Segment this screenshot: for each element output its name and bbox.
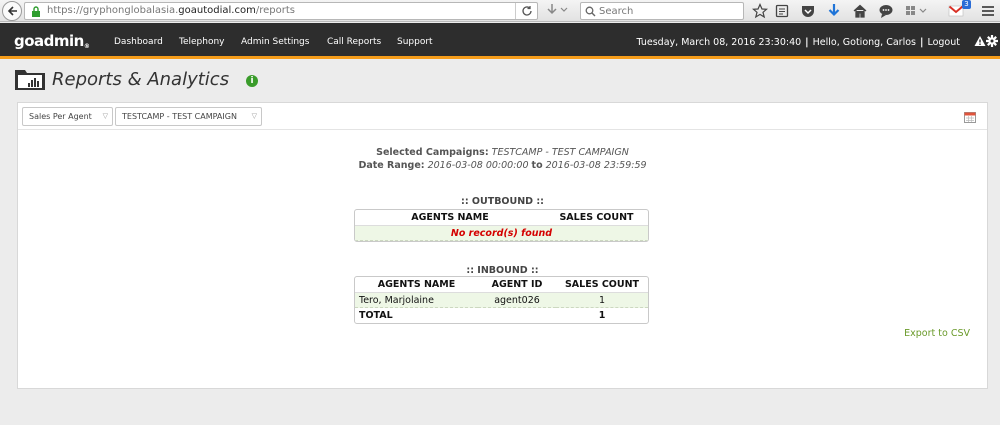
reports-folder-icon	[15, 70, 45, 90]
calendar-icon[interactable]	[964, 111, 976, 123]
column-header: SALES COUNT	[545, 210, 648, 226]
goadmin-logo[interactable]: goadmin®	[14, 32, 90, 50]
back-button[interactable]	[2, 1, 22, 21]
pocket-icon[interactable]	[800, 3, 816, 19]
date-range: Date Range: 2016-03-08 00:00:00 to 2016-…	[358, 160, 647, 171]
back-arrow-icon	[7, 6, 17, 16]
filter-toolbar: Sales Per Agent ▽ TESTCAMP - TEST CAMPAI…	[18, 103, 987, 130]
search-bar[interactable]	[580, 2, 744, 20]
sales-count: 1	[556, 293, 648, 308]
column-header: AGENTS NAME	[355, 210, 545, 226]
reload-icon	[522, 6, 532, 16]
chevron-down-icon: ▽	[102, 112, 108, 120]
nav-telephony[interactable]: Telephony	[179, 37, 225, 47]
mail-count-badge: 3	[962, 0, 971, 9]
lock-icon	[32, 6, 40, 17]
column-header: AGENTS NAME	[355, 277, 478, 293]
url-bar[interactable]: https://gryphonglobalasia.goautodial.com…	[24, 2, 538, 20]
reload-button[interactable]	[515, 3, 537, 19]
gear-icon[interactable]	[986, 35, 998, 47]
report-type-select[interactable]: Sales Per Agent ▽	[22, 107, 113, 126]
agent-id: agent026	[478, 293, 556, 308]
empty-message: No record(s) found	[355, 226, 648, 241]
user-info: Tuesday, March 08, 2016 23:30:40 | Hello, …	[636, 37, 961, 48]
reading-list-icon[interactable]	[774, 3, 790, 19]
downloads-dropdown-icon[interactable]	[546, 3, 572, 17]
agent-name: Tero, Marjolaine	[355, 293, 478, 308]
browser-toolbar: https://gryphonglobalasia.goautodial.com…	[0, 0, 1000, 22]
bookmark-star-icon[interactable]	[752, 3, 768, 19]
search-input[interactable]	[599, 4, 739, 18]
nav-dashboard[interactable]: Dashboard	[114, 37, 163, 47]
column-header: AGENT ID	[478, 277, 556, 293]
datetime-display: Tuesday, March 08, 2016 23:30:40	[636, 37, 802, 48]
logout-link[interactable]: Logout	[927, 37, 960, 48]
inbound-title: :: INBOUND ::	[466, 265, 539, 276]
report-panel: Sales Per Agent ▽ TESTCAMP - TEST CAMPAI…	[17, 102, 988, 389]
download-icon[interactable]	[826, 3, 842, 19]
hamburger-menu-icon[interactable]	[980, 3, 996, 19]
table-row: Tero, Marjolaine agent026 1	[355, 293, 648, 308]
search-icon	[585, 6, 596, 17]
outbound-title: :: OUTBOUND ::	[461, 196, 544, 207]
campaign-select[interactable]: TESTCAMP - TEST CAMPAIGN ▽	[115, 107, 262, 126]
nav-support[interactable]: Support	[397, 37, 433, 47]
total-row: TOTAL 1	[355, 308, 648, 323]
nav-call-reports[interactable]: Call Reports	[327, 37, 381, 47]
chevron-down-icon: ▽	[251, 112, 257, 120]
total-label: TOTAL	[359, 310, 393, 321]
inbound-table: AGENTS NAME AGENT ID SALES COUNT Tero, M…	[354, 276, 649, 324]
grid-menu-icon[interactable]	[904, 3, 928, 19]
info-icon[interactable]: i	[246, 75, 258, 87]
home-icon[interactable]	[852, 3, 868, 19]
selected-campaigns: Selected Campaigns: TESTCAMP - TEST CAMP…	[376, 147, 629, 158]
chat-icon[interactable]	[878, 3, 894, 19]
export-csv-link[interactable]: Export to CSV	[904, 328, 970, 339]
warning-icon[interactable]	[974, 35, 986, 47]
top-navbar: goadmin® Dashboard Telephony Admin Setti…	[0, 23, 1000, 59]
nav-admin-settings[interactable]: Admin Settings	[241, 37, 309, 47]
outbound-table: AGENTS NAME SALES COUNT No record(s) fou…	[354, 209, 649, 242]
page-title: Reports & Analytics	[52, 69, 230, 90]
user-greeting: Hello, Gotiong, Carlos	[812, 37, 916, 48]
url-text: https://gryphonglobalasia.goautodial.com…	[47, 5, 295, 16]
column-header: SALES COUNT	[556, 277, 648, 293]
total-count: 1	[598, 310, 606, 321]
